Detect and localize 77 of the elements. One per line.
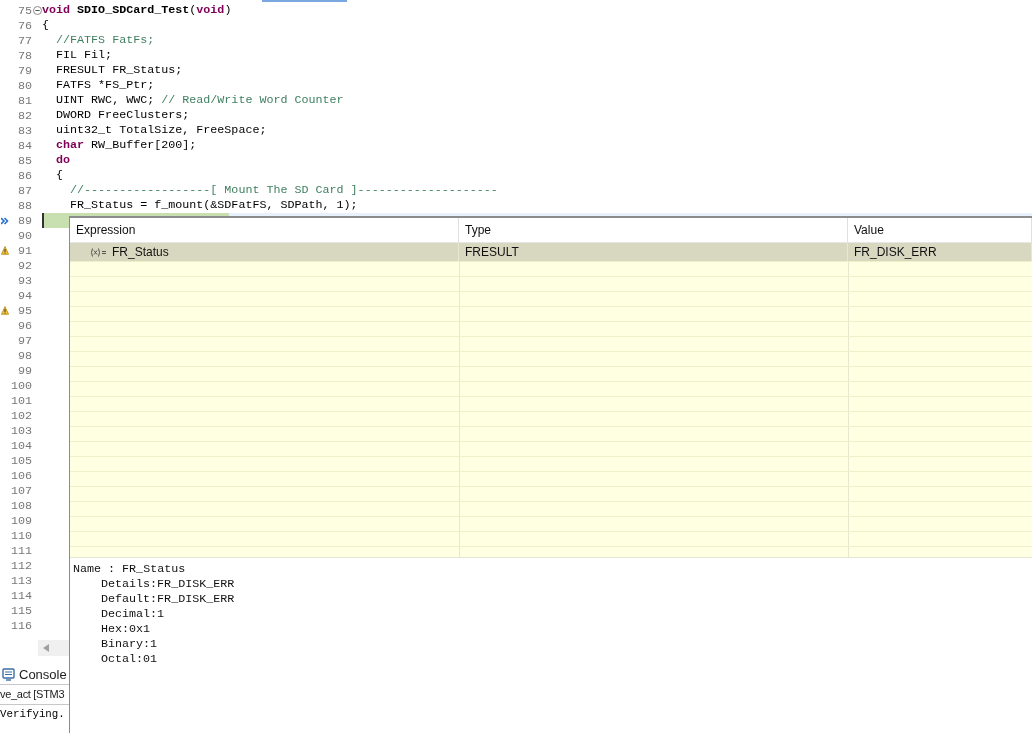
detail-line: Decimal:1 <box>100 607 166 622</box>
line-number: 106 <box>9 468 33 483</box>
code-line: do <box>55 153 71 168</box>
line-number: 97 <box>16 333 33 348</box>
line-number: 95 <box>16 303 33 318</box>
line-number: 104 <box>9 438 33 453</box>
expression-cell[interactable]: FR_Status <box>70 243 459 261</box>
code-line: FRESULT FR_Status; <box>55 63 183 78</box>
line-number: 86 <box>16 168 33 183</box>
line-number: 109 <box>9 513 33 528</box>
console-title: ve_act [STM3 <box>0 687 65 702</box>
line-number: 114 <box>9 588 33 603</box>
line-number: 113 <box>9 573 33 588</box>
line-number: 76 <box>16 18 33 33</box>
line-number: 112 <box>9 558 33 573</box>
line-number: 100 <box>9 378 33 393</box>
line-number: 99 <box>16 363 33 378</box>
line-number: 103 <box>9 423 33 438</box>
line-number: 92 <box>16 258 33 273</box>
code-line: DWORD FreeClusters; <box>55 108 190 123</box>
code-line: { <box>42 18 49 33</box>
line-number: 107 <box>9 483 33 498</box>
scroll-left-icon[interactable] <box>43 644 49 652</box>
detail-line: Octal:01 <box>100 652 159 667</box>
line-number: 79 <box>16 63 33 78</box>
line-number: 82 <box>16 108 33 123</box>
line-number: 87 <box>16 183 33 198</box>
line-number: 115 <box>9 603 33 618</box>
line-number: 81 <box>16 93 33 108</box>
detail-line: Hex:0x1 <box>100 622 152 637</box>
console-icon <box>2 667 15 681</box>
line-number: 88 <box>16 198 33 213</box>
line-number: 108 <box>9 498 33 513</box>
line-number: 83 <box>16 123 33 138</box>
line-number: 89 <box>16 213 33 228</box>
column-header[interactable]: Type <box>459 218 848 243</box>
code-line: //FATFS FatFs; <box>55 33 155 48</box>
line-number: 93 <box>16 273 33 288</box>
code-line: { <box>55 168 64 183</box>
line-number: 98 <box>16 348 33 363</box>
line-number: 96 <box>16 318 33 333</box>
line-number: 75 <box>16 3 33 18</box>
code-line: FATFS *FS_Ptr; <box>55 78 155 93</box>
line-number: 78 <box>16 48 33 63</box>
line-number: 90 <box>16 228 33 243</box>
code-line: FR_Status = f_mount(&SDFatFS, SDPath, 1); <box>69 198 358 213</box>
line-number: 84 <box>16 138 33 153</box>
detail-line: Name : FR_Status <box>73 562 187 577</box>
column-header[interactable]: Value <box>848 218 1032 243</box>
horizontal-scrollbar[interactable] <box>38 640 69 656</box>
console-output: Verifying. <box>0 707 65 722</box>
code-line: char RW_Buffer[200]; <box>55 138 197 153</box>
line-number: 101 <box>9 393 33 408</box>
line-number: 105 <box>9 453 33 468</box>
detail-line: Binary:1 <box>100 637 159 652</box>
console-tab[interactable]: Console <box>0 666 67 682</box>
line-number: 102 <box>9 408 33 423</box>
line-number: 110 <box>9 528 33 543</box>
line-number: 77 <box>16 33 33 48</box>
value-cell: FR_DISK_ERR <box>848 243 1032 261</box>
line-number: 91 <box>16 243 33 258</box>
line-number: 94 <box>16 288 33 303</box>
code-line: //------------------[ Mount The SD Card ]-------------------- <box>69 183 498 198</box>
code-line: UINT RWC, WWC; // Read/Write Word Counter <box>55 93 344 108</box>
line-number: 80 <box>16 78 33 93</box>
type-cell: FRESULT <box>459 243 848 261</box>
variable-icon <box>90 247 108 257</box>
code-line: uint32_t TotalSize, FreeSpace; <box>55 123 267 138</box>
line-number: 111 <box>9 543 33 558</box>
code-line: void SDIO_SDCard_Test(void) <box>42 3 232 18</box>
detail-line: Details:FR_DISK_ERR <box>100 577 236 592</box>
line-number: 85 <box>16 153 33 168</box>
detail-line: Default:FR_DISK_ERR <box>100 592 236 607</box>
column-header[interactable]: Expression <box>70 218 459 243</box>
collapse-icon[interactable] <box>33 6 42 15</box>
line-number: 116 <box>9 618 33 633</box>
code-line: FIL Fil; <box>55 48 113 63</box>
